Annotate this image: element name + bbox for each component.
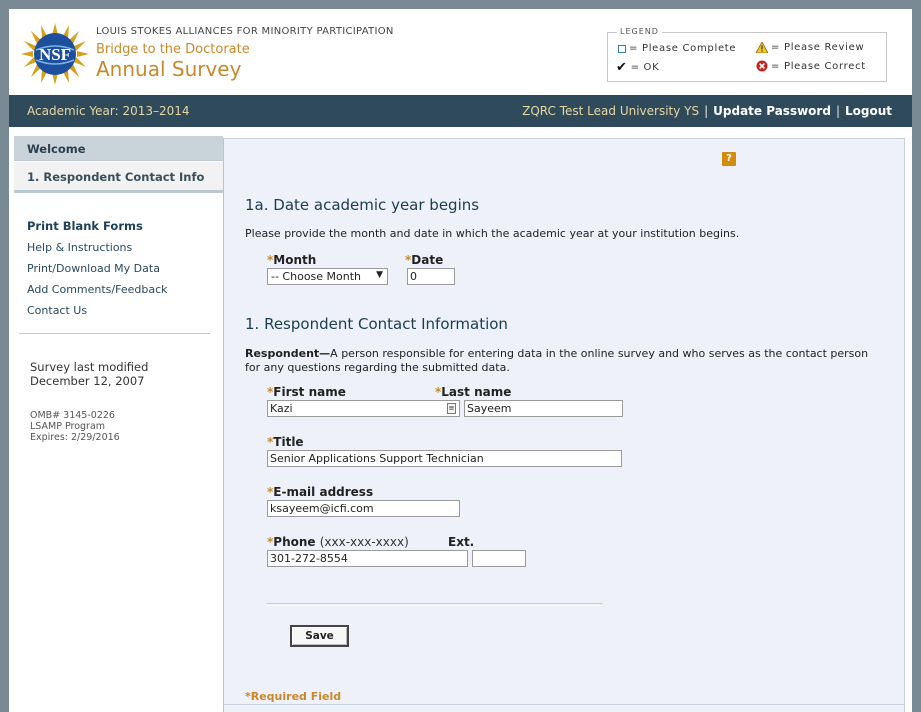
separator: | [835,104,840,118]
sidebar-divider [19,333,210,334]
phone-input[interactable]: 301-272-8554 [267,550,468,567]
print-download-data-link[interactable]: Print/Download My Data [27,262,168,275]
last-modified-date: December 12, 2007 [30,374,145,388]
legend-box: LEGEND = Please Complete = Please Review… [607,27,887,82]
header: NSF LOUIS STOKES ALLIANCES FOR MINORITY … [9,9,912,95]
first-name-input[interactable]: Kazi ≡ [267,400,460,417]
user-institution: ZQRC Test Lead University YS [522,104,700,118]
warning-icon [756,42,768,53]
ext-label: Ext. [448,535,475,549]
main-content: ? 1a. Date academic year begins Please p… [223,138,905,712]
nsf-logo: NSF [21,23,89,85]
help-instructions-link[interactable]: Help & Instructions [27,241,168,254]
user-links: ZQRC Test Lead University YS | Update Pa… [522,104,892,118]
expiration-date: Expires: 2/29/2016 [30,432,120,443]
help-icon[interactable]: ? [722,152,736,166]
legend-please-complete: = Please Complete [618,43,736,54]
legend-ok: ✔ = OK [616,60,660,75]
omb-info: OMB# 3145-0226 LSAMP Program Expires: 2/… [30,410,120,443]
omb-number: OMB# 3145-0226 [30,410,115,421]
top-nav-bar: Academic Year: 2013–2014 ZQRC Test Lead … [9,95,912,127]
main-bottom-border [223,704,905,705]
required-field-note: *Required Field [245,690,342,703]
logout-link[interactable]: Logout [845,104,892,118]
program-name: LSAMP Program [30,421,106,432]
first-name-label: *First name [267,385,346,399]
last-name-label: *Last name [435,385,512,399]
separator: | [704,104,709,118]
last-modified-label: Survey last modified [30,360,149,374]
q1a-title: 1a. Date academic year begins [245,196,480,214]
sidebar-links: Print Blank Forms Help & Instructions Pr… [27,219,168,325]
page-frame: NSF LOUIS STOKES ALLIANCES FOR MINORITY … [9,9,912,712]
print-blank-forms-link[interactable]: Print Blank Forms [27,219,168,233]
sidebar-tab-welcome[interactable]: Welcome [14,136,223,161]
program-subtitle: Bridge to the Doctorate [96,42,250,57]
respondent-description: Respondent—A person responsible for ente… [245,347,869,374]
svg-text:NSF: NSF [39,45,71,64]
title-input[interactable]: Senior Applications Support Technician [267,450,622,467]
q1-title: 1. Respondent Contact Information [245,315,508,333]
academic-year: Academic Year: 2013–2014 [27,104,190,118]
add-comments-link[interactable]: Add Comments/Feedback [27,283,168,296]
month-select[interactable]: -- Choose Month ▼ [267,268,388,285]
month-label: *Month [267,253,317,267]
survey-title: Annual Survey [96,57,242,81]
title-label: *Title [267,435,304,449]
last-modified: Survey last modified December 12, 2007 [30,360,148,388]
save-button[interactable]: Save [290,625,349,647]
update-password-link[interactable]: Update Password [713,104,831,118]
email-input[interactable]: ksayeem@icfi.com [267,500,460,517]
phone-label: *Phone (xxx-xxx-xxxx) [267,535,409,549]
checkmark-icon: ✔ [616,60,628,75]
error-icon [756,60,768,72]
empty-square-icon [618,44,626,53]
legend-please-correct: = Please Correct [756,60,866,72]
form-divider [267,603,603,606]
legend-title: LEGEND [617,27,662,36]
org-name: LOUIS STOKES ALLIANCES FOR MINORITY PART… [96,26,394,37]
dropdown-arrow-icon: ▼ [376,270,383,280]
date-input[interactable]: 0 [407,268,455,285]
sidebar: Welcome 1. Respondent Contact Info Print… [9,127,223,712]
q1a-description: Please provide the month and date in whi… [245,227,740,240]
contact-us-link[interactable]: Contact Us [27,304,168,317]
email-label: *E-mail address [267,485,374,499]
legend-please-review: = Please Review [756,42,864,53]
sidebar-tab-respondent-contact[interactable]: 1. Respondent Contact Info [14,162,223,193]
ext-input[interactable] [472,550,526,567]
contact-card-icon[interactable]: ≡ [447,403,456,414]
date-label: *Date [405,253,444,267]
last-name-input[interactable]: Sayeem [464,400,623,417]
